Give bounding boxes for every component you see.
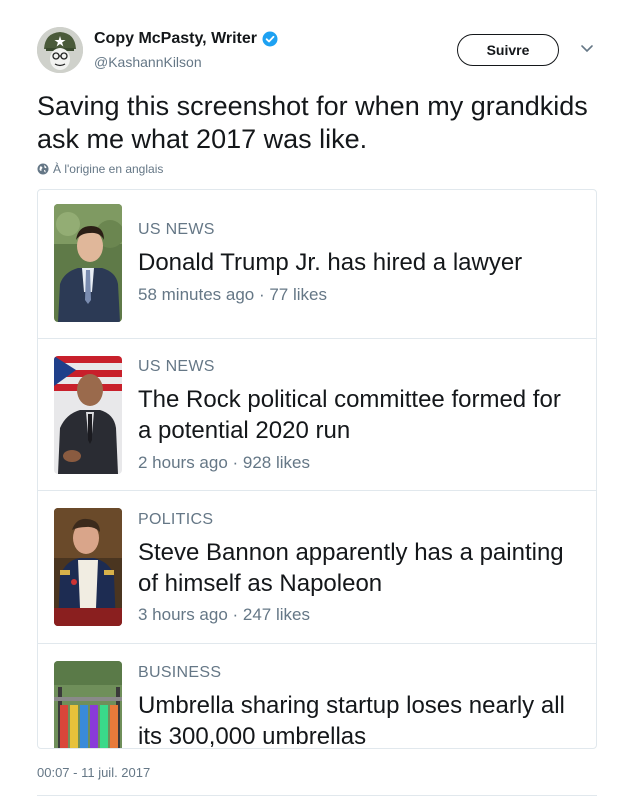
news-meta: 58 minutes ago · 77 likes xyxy=(138,285,327,304)
news-headline[interactable]: Steve Bannon apparently has a painting o… xyxy=(138,537,578,599)
news-meta: 2 hours ago · 928 likes xyxy=(138,453,310,472)
news-item[interactable]: POLITICS Steve Bannon apparently has a p… xyxy=(38,491,596,644)
translation-note-label: À l'origine en anglais xyxy=(53,162,164,176)
author-avatar[interactable] xyxy=(37,27,83,73)
napoleon-painting-photo xyxy=(54,508,122,626)
news-headline[interactable]: The Rock political committee formed for … xyxy=(138,384,578,446)
tweet-timestamp[interactable]: 00:07 - 11 juil. 2017 xyxy=(37,765,150,780)
news-meta: 3 hours ago · 247 likes xyxy=(138,605,310,624)
verified-badge-icon xyxy=(262,31,278,47)
translation-note[interactable]: À l'origine en anglais xyxy=(37,162,163,176)
umbrellas-photo xyxy=(54,661,122,748)
news-headline[interactable]: Umbrella sharing startup loses nearly al… xyxy=(138,690,578,748)
soldier-avatar-icon xyxy=(37,27,83,73)
chevron-down-icon[interactable] xyxy=(580,44,594,54)
news-card[interactable]: US NEWS Donald Trump Jr. has hired a law… xyxy=(37,189,597,749)
news-thumbnail xyxy=(54,508,122,626)
news-thumbnail xyxy=(54,661,122,748)
globe-icon xyxy=(37,163,49,175)
news-thumbnail xyxy=(54,356,122,474)
news-category: POLITICS xyxy=(138,511,214,528)
footer-divider xyxy=(37,795,597,796)
author-name-row[interactable]: Copy McPasty, Writer xyxy=(94,30,278,48)
author-display-name[interactable]: Copy McPasty, Writer xyxy=(94,30,257,48)
news-category: US NEWS xyxy=(138,358,215,375)
author-handle[interactable]: @KashannKilson xyxy=(94,54,202,70)
news-item[interactable]: US NEWS The Rock political committee for… xyxy=(38,339,596,491)
news-thumbnail xyxy=(54,204,122,322)
news-headline[interactable]: Donald Trump Jr. has hired a lawyer xyxy=(138,247,578,278)
man-with-flag-photo xyxy=(54,356,122,474)
news-item[interactable]: BUSINESS Umbrella sharing startup loses … xyxy=(38,644,596,748)
news-category: US NEWS xyxy=(138,221,215,238)
man-in-suit-photo xyxy=(54,204,122,322)
follow-button[interactable]: Suivre xyxy=(457,34,559,66)
tweet-text: Saving this screenshot for when my grand… xyxy=(37,91,588,154)
news-item[interactable]: US NEWS Donald Trump Jr. has hired a law… xyxy=(38,190,596,339)
news-category: BUSINESS xyxy=(138,664,222,681)
